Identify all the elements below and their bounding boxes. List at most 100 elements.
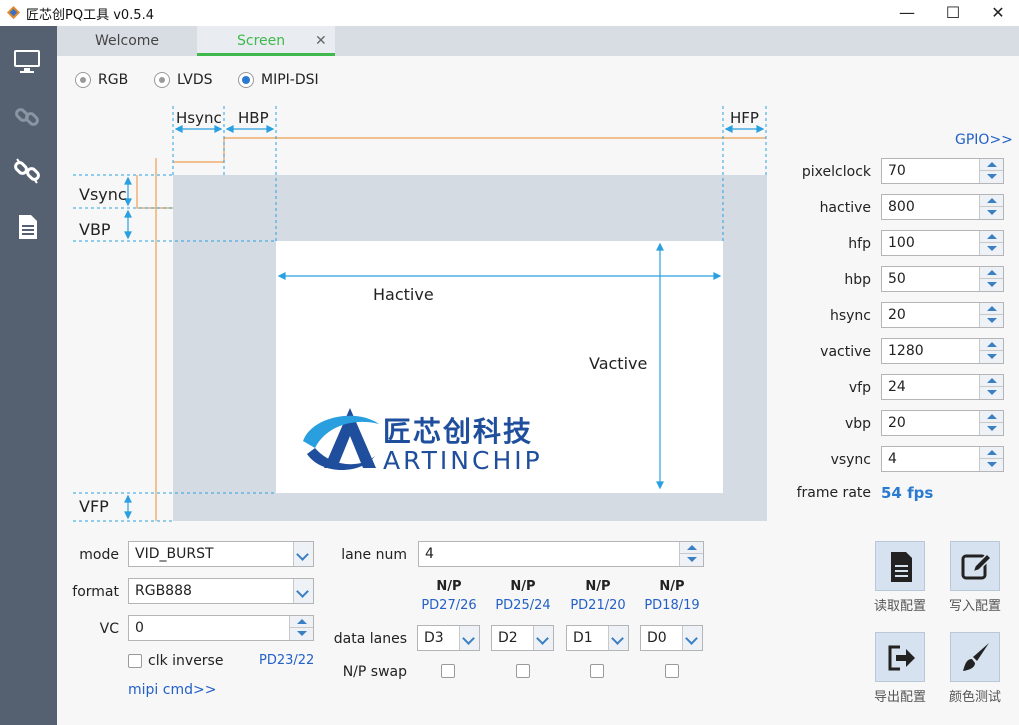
hbp-label: HBP (238, 109, 269, 127)
sidebar (0, 26, 57, 725)
spin-up-icon[interactable] (980, 447, 1003, 459)
vc-spinbox[interactable]: 0 (128, 615, 314, 641)
data-lane-2-select[interactable]: D2 (491, 625, 554, 651)
mode-select[interactable]: VID_BURST (128, 541, 314, 567)
spin-up-icon[interactable] (680, 542, 703, 554)
vc-label: VC (99, 621, 119, 637)
monitor-icon[interactable] (12, 46, 42, 76)
vbp-label: VBP (79, 220, 111, 239)
spin-down-icon[interactable] (980, 315, 1003, 327)
spin-up-icon[interactable] (980, 339, 1003, 351)
unlink-icon[interactable] (12, 156, 42, 186)
tab-welcome[interactable]: Welcome (57, 26, 197, 56)
maximize-button[interactable]: ☐ (930, 0, 976, 26)
chevron-down-icon[interactable] (682, 626, 702, 650)
format-select[interactable]: RGB888 (128, 578, 314, 604)
spin-down-icon[interactable] (980, 279, 1003, 291)
data-lane-3-select[interactable]: D3 (417, 625, 480, 651)
hfp-spinbox[interactable]: 100 (881, 230, 1004, 256)
radio-indicator (154, 72, 170, 88)
spin-up-icon[interactable] (980, 231, 1003, 243)
np-swap-lane1-checkbox[interactable] (590, 664, 604, 678)
logo-text-cn: 匠芯创科技 (383, 415, 534, 448)
chevron-down-icon[interactable] (533, 626, 553, 650)
logo-text-en: ARTINCHIP (383, 446, 543, 475)
spin-down-icon[interactable] (980, 351, 1003, 363)
spin-up-icon[interactable] (980, 267, 1003, 279)
param-label: pixelclock (801, 164, 871, 180)
radio-mipi-dsi[interactable]: MIPI-DSI (238, 71, 328, 91)
spin-down-icon[interactable] (980, 423, 1003, 435)
write-config-button[interactable] (950, 541, 1000, 591)
hbp-spinbox[interactable]: 50 (881, 266, 1004, 292)
chevron-down-icon[interactable] (293, 579, 313, 603)
close-icon[interactable]: ✕ (315, 26, 327, 56)
select-value: D0 (647, 630, 667, 646)
read-config-button[interactable] (875, 541, 925, 591)
vfp-spinbox[interactable]: 24 (881, 374, 1004, 400)
radio-mipi-dsi-label: MIPI-DSI (261, 72, 319, 88)
color-test-button[interactable] (950, 632, 1000, 682)
param-label: hactive (819, 200, 871, 216)
tab-screen[interactable]: Screen ✕ (197, 26, 335, 56)
spin-value: 800 (888, 199, 915, 215)
mipi-cmd-link[interactable]: mipi cmd>> (128, 682, 216, 698)
hactive-spinbox[interactable]: 800 (881, 194, 1004, 220)
spin-up-icon[interactable] (290, 616, 313, 628)
gpio-link[interactable]: GPIO>> (955, 132, 1013, 148)
data-lanes-label: data lanes (333, 631, 407, 647)
app-logo-icon (6, 5, 21, 20)
link-icon[interactable] (12, 102, 42, 132)
spin-down-icon[interactable] (980, 459, 1003, 471)
vsync-spinbox[interactable]: 4 (881, 446, 1004, 472)
spin-up-icon[interactable] (980, 375, 1003, 387)
radio-rgb-label: RGB (98, 72, 129, 88)
lane-num-spinbox[interactable]: 4 (418, 541, 704, 567)
chevron-down-icon[interactable] (459, 626, 479, 650)
close-button[interactable]: ✕ (975, 0, 1019, 26)
np-swap-lane0-checkbox[interactable] (665, 664, 679, 678)
radio-lvds[interactable]: LVDS (154, 71, 224, 91)
spin-value: 100 (888, 235, 915, 251)
document-icon[interactable] (12, 212, 42, 242)
spin-down-icon[interactable] (980, 207, 1003, 219)
tab-screen-label: Screen (237, 33, 286, 49)
vbp-spinbox[interactable]: 20 (881, 410, 1004, 436)
spin-down-icon[interactable] (980, 243, 1003, 255)
chevron-down-icon[interactable] (293, 542, 313, 566)
spin-up-icon[interactable] (980, 303, 1003, 315)
lane3-np-label: N/P (436, 579, 462, 594)
spin-down-icon[interactable] (980, 387, 1003, 399)
lane3-pins: PD27/26 (421, 598, 477, 613)
export-config-label: 导出配置 (873, 690, 926, 705)
spin-up-icon[interactable] (980, 411, 1003, 423)
radio-rgb[interactable]: RGB (75, 71, 135, 91)
spin-down-icon[interactable] (980, 171, 1003, 183)
lane0-np-label: N/P (659, 579, 685, 594)
np-swap-lane2-checkbox[interactable] (516, 664, 530, 678)
spin-value: 4 (888, 451, 897, 467)
clk-inverse-checkbox[interactable] (128, 654, 142, 668)
spin-value: 0 (135, 620, 144, 636)
radio-indicator (238, 72, 254, 88)
spin-value: 50 (888, 271, 906, 287)
lane0-pins: PD18/19 (644, 598, 700, 613)
select-value: RGB888 (135, 583, 192, 599)
spin-up-icon[interactable] (980, 195, 1003, 207)
pixelclock-spinbox[interactable]: 70 (881, 158, 1004, 184)
spin-down-icon[interactable] (680, 554, 703, 566)
hsync-spinbox[interactable]: 20 (881, 302, 1004, 328)
chevron-down-icon[interactable] (608, 626, 628, 650)
np-swap-lane3-checkbox[interactable] (441, 664, 455, 678)
minimize-button[interactable]: — (884, 0, 930, 26)
data-lane-1-select[interactable]: D1 (566, 625, 629, 651)
export-config-button[interactable] (875, 632, 925, 682)
vsync-label: Vsync (79, 185, 127, 204)
select-value: D2 (498, 630, 518, 646)
hfp-label: HFP (730, 109, 759, 127)
spin-down-icon[interactable] (290, 628, 313, 640)
spin-up-icon[interactable] (980, 159, 1003, 171)
data-lane-0-select[interactable]: D0 (640, 625, 703, 651)
vactive-spinbox[interactable]: 1280 (881, 338, 1004, 364)
lane2-np-label: N/P (510, 579, 536, 594)
